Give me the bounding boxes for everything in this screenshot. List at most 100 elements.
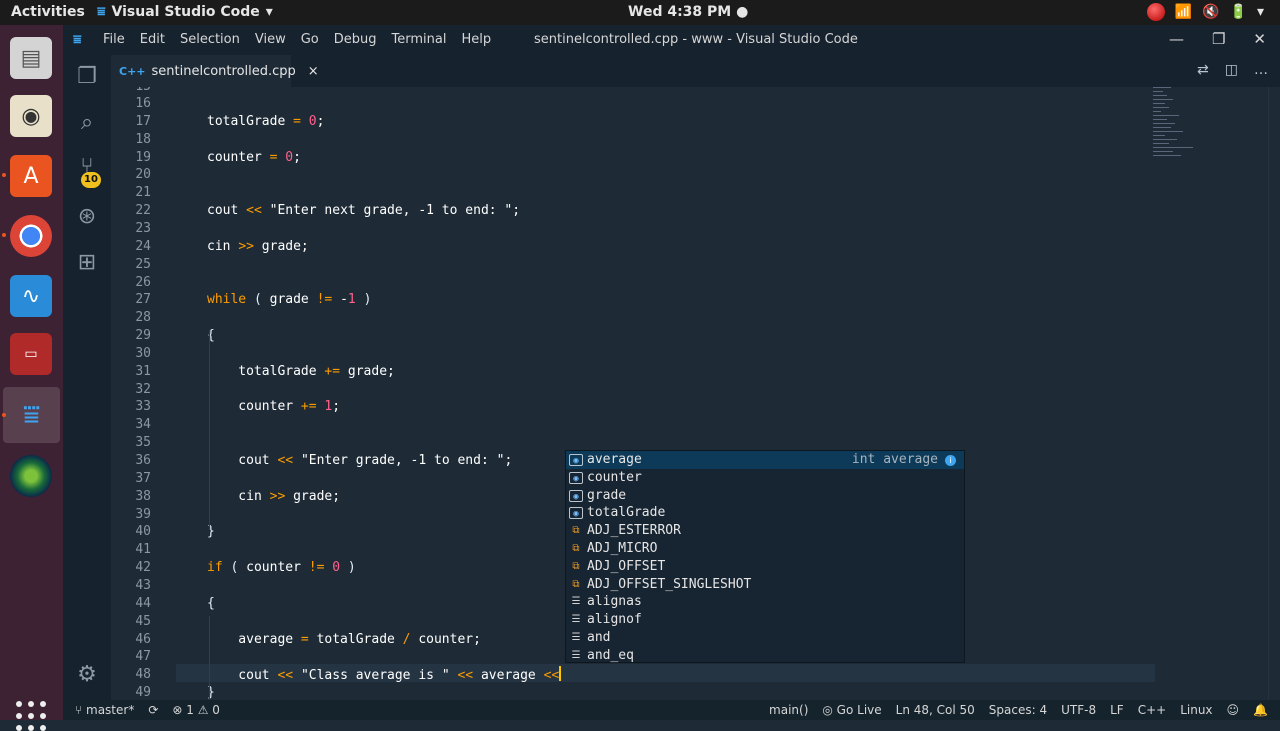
- line-number: 30: [135, 345, 151, 361]
- suggestion-item[interactable]: ◉ totalGrade: [566, 504, 964, 522]
- menu-terminal[interactable]: Terminal: [392, 32, 447, 47]
- encoding[interactable]: UTF-8: [1061, 703, 1096, 717]
- suggestion-item[interactable]: ⧉ ADJ_OFFSET_SINGLESHOT: [566, 576, 964, 594]
- indentation[interactable]: Spaces: 4: [989, 703, 1047, 717]
- chrome-icon[interactable]: [10, 215, 52, 257]
- code-line: 18: [111, 131, 1280, 149]
- volume-icon[interactable]: 🔇: [1202, 4, 1219, 20]
- suggestion-label: and_eq: [587, 647, 634, 663]
- line-number: 46: [135, 631, 151, 647]
- code-line: 16: [111, 95, 1280, 113]
- split-editor-icon[interactable]: ◫: [1225, 62, 1238, 78]
- line-number: 41: [135, 542, 151, 558]
- battery-icon[interactable]: 🔋: [1230, 4, 1247, 20]
- language-mode[interactable]: C++: [1138, 703, 1167, 717]
- line-number: 35: [135, 435, 151, 451]
- bell-icon[interactable]: 🔔: [1253, 703, 1268, 717]
- minimap[interactable]: [1153, 87, 1213, 187]
- suggestion-item[interactable]: ◉ grade: [566, 487, 964, 505]
- line-number: 31: [135, 363, 151, 379]
- line-number: 34: [135, 417, 151, 433]
- software-center-icon[interactable]: A: [10, 155, 52, 197]
- line-number: 37: [135, 470, 151, 486]
- chevron-down-icon[interactable]: ▾: [1257, 4, 1264, 20]
- tab-sentinelcontrolled[interactable]: C++ sentinelcontrolled.cpp ×: [111, 55, 319, 87]
- code-text: while ( grade != -1 ): [207, 292, 372, 308]
- suggestion-item[interactable]: ☰ alignas: [566, 593, 964, 611]
- text-cursor: [559, 666, 562, 682]
- code-line: 31 totalGrade += grade;: [111, 363, 1280, 381]
- show-applications-icon[interactable]: [16, 701, 46, 731]
- menu-go[interactable]: Go: [301, 32, 319, 47]
- menu-selection[interactable]: Selection: [180, 32, 240, 47]
- close-icon[interactable]: ✕: [1253, 30, 1266, 48]
- search-icon[interactable]: ⌕: [75, 111, 99, 135]
- vscode-logo-icon: ⩸: [73, 32, 82, 48]
- code-line: 28: [111, 309, 1280, 327]
- suggestion-item[interactable]: ⧉ ADJ_ESTERROR: [566, 522, 964, 540]
- menu-file[interactable]: File: [103, 32, 125, 47]
- window-title: sentinelcontrolled.cpp - www - Visual St…: [534, 32, 858, 47]
- code-text: if ( counter != 0 ): [207, 560, 356, 576]
- debug-icon[interactable]: ⊛: [75, 205, 99, 229]
- suggestion-label: totalGrade: [587, 505, 666, 521]
- cursor-position[interactable]: Ln 48, Col 50: [896, 703, 975, 717]
- globe-app-icon[interactable]: [10, 455, 52, 497]
- extensions-icon[interactable]: ⊞: [75, 251, 99, 275]
- code-line: 32: [111, 381, 1280, 399]
- git-branch[interactable]: ⑂ master*: [75, 703, 134, 717]
- code-line: 20: [111, 166, 1280, 184]
- end-of-line[interactable]: LF: [1110, 703, 1124, 717]
- speaker-app-icon[interactable]: ◉: [10, 95, 52, 137]
- line-number: 43: [135, 577, 151, 593]
- open-changes-icon[interactable]: ⇄: [1197, 62, 1209, 78]
- system-monitor-icon[interactable]: ∿: [10, 275, 52, 317]
- network-icon[interactable]: 📶: [1175, 4, 1192, 20]
- go-live-button[interactable]: ◎ Go Live: [822, 703, 881, 717]
- suggestion-item[interactable]: ☰ and: [566, 629, 964, 647]
- scm-badge: 10: [81, 172, 101, 188]
- terminal-icon[interactable]: ▭: [10, 333, 52, 375]
- more-actions-icon[interactable]: …: [1254, 62, 1268, 78]
- editor-scrollbar[interactable]: [1268, 87, 1280, 700]
- sync-icon[interactable]: ⟳: [148, 703, 158, 717]
- notification-icon[interactable]: [1146, 3, 1165, 21]
- code-line: 24 cin >> grade;: [111, 238, 1280, 256]
- problems-count[interactable]: ⊗ 1 ⚠ 0: [172, 703, 220, 717]
- code-text: cin >> grade;: [207, 238, 309, 254]
- suggestion-item[interactable]: ☰ alignof: [566, 611, 964, 629]
- suggestion-item[interactable]: ◉ counter: [566, 469, 964, 487]
- system-tray[interactable]: 📶 🔇 🔋 ▾: [1146, 3, 1264, 21]
- menu-debug[interactable]: Debug: [334, 32, 377, 47]
- macro-icon: ⧉: [572, 578, 580, 590]
- feedback-icon[interactable]: ☺: [1227, 703, 1240, 717]
- activities-button[interactable]: Activities: [11, 4, 85, 20]
- gear-icon[interactable]: ⚙: [75, 663, 99, 687]
- suggestion-item[interactable]: ⧉ ADJ_OFFSET: [566, 558, 964, 576]
- menu-edit[interactable]: Edit: [140, 32, 165, 47]
- menu-help[interactable]: Help: [461, 32, 491, 47]
- line-number: 25: [135, 256, 151, 272]
- suggestion-item[interactable]: ☰ and_eq: [566, 647, 964, 665]
- suggestion-item[interactable]: ◉ average int average i: [566, 451, 964, 469]
- current-function[interactable]: main(): [769, 703, 808, 717]
- os-indicator[interactable]: Linux: [1180, 703, 1212, 717]
- keyword-icon: ☰: [571, 614, 581, 626]
- vscode-dock-icon[interactable]: ⩸: [3, 387, 60, 443]
- suggestion-item[interactable]: ⧉ ADJ_MICRO: [566, 540, 964, 558]
- macro-icon: ⧉: [572, 560, 580, 572]
- clock[interactable]: Wed 4:38 PM ●: [628, 4, 748, 20]
- explorer-icon[interactable]: ❐: [75, 65, 99, 89]
- line-number: 24: [135, 238, 151, 254]
- suggestion-label: ADJ_OFFSET: [587, 558, 666, 574]
- app-menu[interactable]: ⩸ Visual Studio Code ▾: [97, 4, 273, 20]
- close-tab-icon[interactable]: ×: [308, 64, 319, 79]
- minimize-icon[interactable]: —: [1169, 30, 1184, 48]
- suggestion-label: and: [587, 629, 611, 645]
- editor-actions: ⇄ ◫ …: [1197, 62, 1268, 78]
- info-icon[interactable]: i: [945, 455, 956, 466]
- code-text: totalGrade = 0;: [207, 113, 325, 129]
- menu-view[interactable]: View: [255, 32, 286, 47]
- files-app-icon[interactable]: ▤: [10, 37, 52, 79]
- maximize-icon[interactable]: ❐: [1212, 30, 1225, 48]
